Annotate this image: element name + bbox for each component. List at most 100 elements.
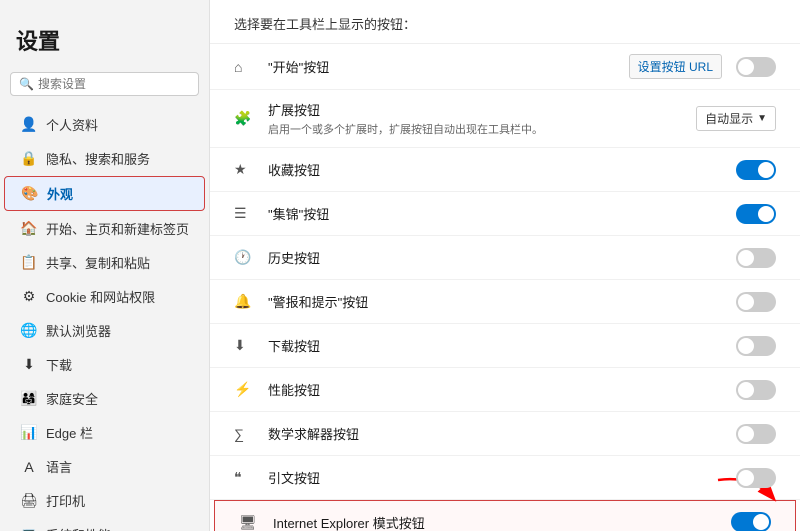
- nav-label-family: 家庭安全: [46, 389, 98, 408]
- nav-label-appearance: 外观: [47, 184, 73, 203]
- toolbar-item-start: ⌂ "开始"按钮 设置按钮 URL: [210, 44, 800, 90]
- nav-label-start: 开始、主页和新建标签页: [46, 219, 189, 238]
- sidebar-item-share[interactable]: 📋 共享、复制和粘贴: [4, 246, 205, 279]
- main-header: 选择要在工具栏上显示的按钮：: [210, 0, 800, 44]
- nav-label-language: 语言: [46, 457, 72, 476]
- toggle-citation[interactable]: [736, 468, 776, 488]
- sidebar-item-start[interactable]: 🏠 开始、主页和新建标签页: [4, 212, 205, 245]
- main-content: 选择要在工具栏上显示的按钮： ⌂ "开始"按钮 设置按钮 URL 🧩 扩展按钮 …: [210, 0, 800, 531]
- nav-icon-start: 🏠: [20, 220, 38, 237]
- toolbar-list: ⌂ "开始"按钮 设置按钮 URL 🧩 扩展按钮 启用一个或多个扩展时，扩展按钮…: [210, 44, 800, 531]
- search-input[interactable]: [38, 77, 190, 91]
- nav-icon-edgebar: 📊: [20, 424, 38, 441]
- sidebar-item-profile[interactable]: 👤 个人资料: [4, 108, 205, 141]
- sublabel-extensions: 启用一个或多个扩展时，扩展按钮自动出现在工具栏中。: [268, 121, 696, 137]
- search-icon: 🔍: [19, 77, 34, 91]
- nav-label-profile: 个人资料: [46, 115, 98, 134]
- nav-label-share: 共享、复制和粘贴: [46, 253, 150, 272]
- sidebar: 设置 🔍 👤 个人资料 🔒 隐私、搜索和服务 🎨外观 🏠 开始、主页和新建标签页 📋 共享、复制…: [0, 0, 210, 531]
- item-label-download_btn: 下载按钮: [268, 336, 736, 355]
- item-right-collections: [736, 204, 776, 224]
- item-label-citation: 引文按钮: [268, 468, 728, 487]
- nav-icon-share: 📋: [20, 254, 38, 271]
- nav-icon-system: 💻: [20, 526, 38, 531]
- item-label-ie_mode: Internet Explorer 模式按钮: [273, 513, 731, 531]
- dropdown-extensions[interactable]: 自动显示 ▼: [696, 106, 776, 131]
- toolbar-item-performance: ⚡ 性能按钮: [210, 368, 800, 412]
- item-right-ie_mode: [731, 512, 771, 531]
- toggle-alert[interactable]: [736, 292, 776, 312]
- item-right-alert: [736, 292, 776, 312]
- chevron-down-icon: ▼: [757, 113, 767, 124]
- item-label-favorites: 收藏按钮: [268, 160, 736, 179]
- item-right-math: [736, 424, 776, 444]
- sidebar-item-privacy[interactable]: 🔒 隐私、搜索和服务: [4, 142, 205, 175]
- page-title: 设置: [0, 16, 209, 72]
- nav-label-edgebar: Edge 栏: [46, 423, 93, 442]
- sidebar-item-edgebar[interactable]: 📊 Edge 栏: [4, 416, 205, 449]
- item-label-extensions: 扩展按钮 启用一个或多个扩展时，扩展按钮自动出现在工具栏中。: [268, 100, 696, 137]
- sidebar-nav: 👤 个人资料 🔒 隐私、搜索和服务 🎨外观 🏠 开始、主页和新建标签页 📋 共享、复制和粘贴 ⚙ C…: [0, 108, 209, 531]
- toggle-collections[interactable]: [736, 204, 776, 224]
- nav-icon-cookies: ⚙: [20, 288, 38, 305]
- item-icon-ie_mode: 🖥: [239, 514, 261, 531]
- sidebar-item-family[interactable]: 👨‍👩‍👧 家庭安全: [4, 382, 205, 415]
- item-label-start: "开始"按钮: [268, 57, 629, 76]
- item-icon-citation: ❝: [234, 469, 256, 486]
- item-right-history: [736, 248, 776, 268]
- sidebar-item-language[interactable]: A 语言: [4, 450, 205, 483]
- nav-icon-default: 🌐: [20, 322, 38, 339]
- item-label-math: 数学求解器按钮: [268, 424, 736, 443]
- item-icon-collections: ☰: [234, 205, 256, 222]
- nav-icon-profile: 👤: [20, 116, 38, 133]
- item-label-alert: "警报和提示"按钮: [268, 292, 736, 311]
- item-right-favorites: [736, 160, 776, 180]
- item-icon-download_btn: ⬇: [234, 337, 256, 354]
- toolbar-item-collections: ☰ "集锦"按钮: [210, 192, 800, 236]
- item-right-start: 设置按钮 URL: [629, 54, 776, 79]
- search-box[interactable]: 🔍: [10, 72, 199, 96]
- toolbar-item-download_btn: ⬇ 下载按钮: [210, 324, 800, 368]
- toggle-favorites[interactable]: [736, 160, 776, 180]
- item-right-citation: [728, 468, 776, 488]
- toggle-ie_mode[interactable]: [731, 512, 771, 531]
- nav-label-default: 默认浏览器: [46, 321, 111, 340]
- item-label-performance: 性能按钮: [268, 380, 736, 399]
- item-label-history: 历史按钮: [268, 248, 736, 267]
- item-icon-performance: ⚡: [234, 381, 256, 398]
- toolbar-item-extensions: 🧩 扩展按钮 启用一个或多个扩展时，扩展按钮自动出现在工具栏中。 自动显示 ▼: [210, 90, 800, 148]
- nav-icon-privacy: 🔒: [20, 150, 38, 167]
- sidebar-item-cookies[interactable]: ⚙ Cookie 和网站权限: [4, 280, 205, 313]
- sidebar-item-default[interactable]: 🌐 默认浏览器: [4, 314, 205, 347]
- nav-icon-family: 👨‍👩‍👧: [20, 390, 38, 407]
- sidebar-item-appearance[interactable]: 🎨外观: [4, 176, 205, 211]
- sidebar-item-download[interactable]: ⬇下载: [4, 348, 205, 381]
- item-icon-start: ⌂: [234, 59, 256, 75]
- nav-label-privacy: 隐私、搜索和服务: [46, 149, 150, 168]
- nav-icon-language: A: [20, 459, 38, 475]
- item-icon-math: ∑: [234, 426, 256, 442]
- toolbar-item-math: ∑ 数学求解器按钮: [210, 412, 800, 456]
- toggle-performance[interactable]: [736, 380, 776, 400]
- nav-label-download: 下载: [46, 355, 72, 374]
- item-icon-alert: 🔔: [234, 293, 256, 310]
- item-icon-history: 🕐: [234, 249, 256, 266]
- toggle-math[interactable]: [736, 424, 776, 444]
- nav-label-printer: 打印机: [46, 491, 85, 510]
- item-label-collections: "集锦"按钮: [268, 204, 736, 223]
- url-button-start[interactable]: 设置按钮 URL: [629, 54, 722, 79]
- item-icon-extensions: 🧩: [234, 110, 256, 127]
- toolbar-item-favorites: ★ 收藏按钮: [210, 148, 800, 192]
- toggle-start[interactable]: [736, 57, 776, 77]
- toggle-download_btn[interactable]: [736, 336, 776, 356]
- item-icon-favorites: ★: [234, 161, 256, 178]
- dropdown-label-extensions: 自动显示: [705, 110, 753, 127]
- toggle-history[interactable]: [736, 248, 776, 268]
- sidebar-item-system[interactable]: 💻 系统和性能: [4, 518, 205, 531]
- item-right-extensions: 自动显示 ▼: [696, 106, 776, 131]
- nav-label-system: 系统和性能: [46, 525, 111, 531]
- nav-label-cookies: Cookie 和网站权限: [46, 287, 155, 306]
- nav-icon-printer: 🖨: [20, 492, 38, 509]
- toolbar-item-citation: ❝ 引文按钮: [210, 456, 800, 500]
- sidebar-item-printer[interactable]: 🖨 打印机: [4, 484, 205, 517]
